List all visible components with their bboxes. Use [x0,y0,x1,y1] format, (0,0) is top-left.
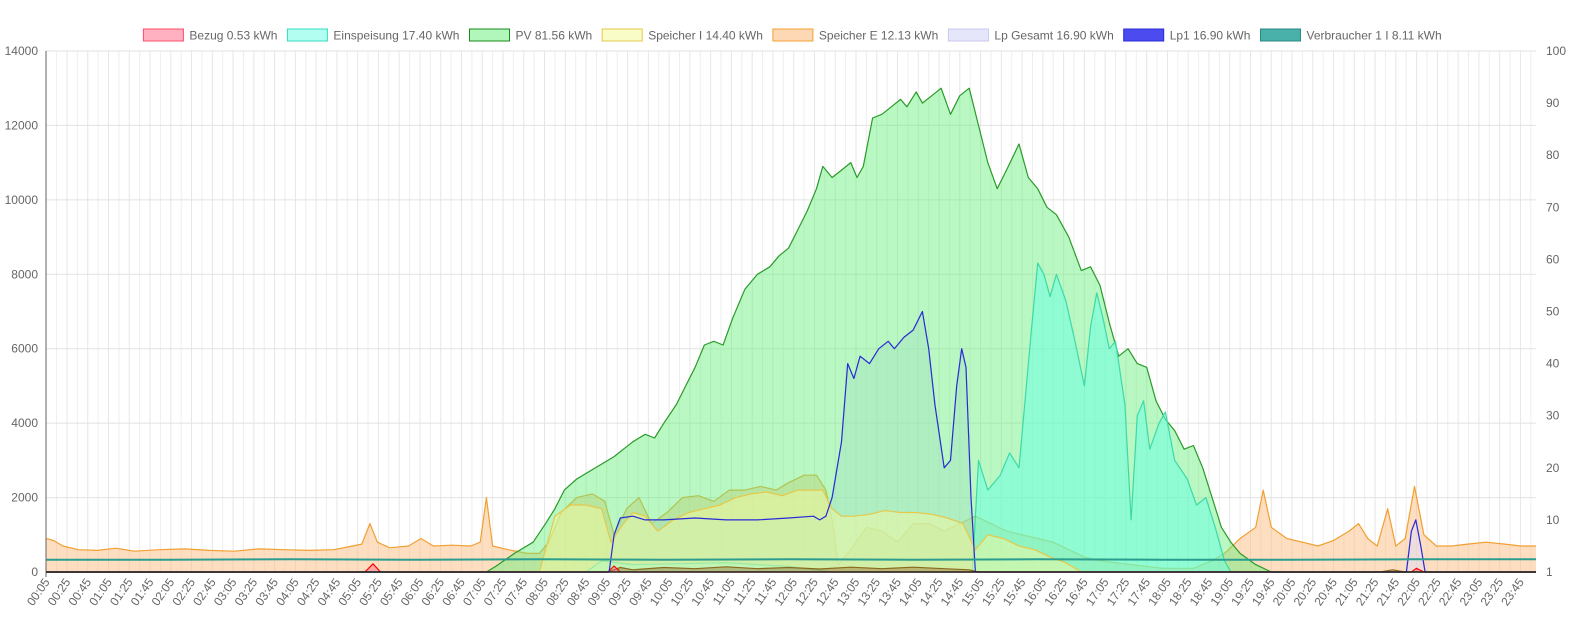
legend-item[interactable]: Lp Gesamt 16.90 kWh [947,28,1114,43]
legend: Bezug 0.53 kWh Einspeisung 17.40 kWh PV 81… [142,28,1442,43]
energy-area-chart: Bezug 0.53 kWh Einspeisung 17.40 kWh PV 81… [5,28,1566,608]
y2-tick-label: 80 [1546,148,1560,162]
y2-tick-label: 10 [1546,513,1560,527]
legend-label: Speicher E 12.13 kWh [819,29,938,43]
y2-tick-label: 70 [1546,200,1560,214]
legend-swatch [772,28,814,42]
legend-swatch [1123,28,1165,42]
y2-tick-label: 100 [1546,44,1566,58]
y2-tick-label: 40 [1546,357,1560,371]
legend-label: Speicher I 14.40 kWh [648,29,763,43]
legend-label: Lp Gesamt 16.90 kWh [994,29,1113,43]
y-tick-label: 12000 [5,118,39,132]
legend-item[interactable]: Speicher I 14.40 kWh [601,28,763,43]
legend-label: PV 81.56 kWh [516,29,593,43]
legend-swatch [286,28,328,42]
x-tick: 23:45 [1498,575,1527,608]
legend-label: Bezug 0.53 kWh [189,29,277,43]
y-tick-label: 6000 [11,342,38,356]
legend-item[interactable]: PV 81.56 kWh [469,28,593,43]
legend-label: Lp1 16.90 kWh [1170,29,1251,43]
x-tick-label: 10:45 [688,575,717,608]
y-axis-ticks: 0 2000 4000 6000 8000 10000 12000 14000 [5,44,39,579]
y-tick-label: 14000 [5,44,39,58]
x-tick: 10:45 [688,575,717,608]
y2-tick-label: 60 [1546,252,1560,266]
legend-swatch [469,28,510,42]
y-tick-label: 8000 [11,267,38,281]
legend-swatch [601,28,643,42]
legend-label: Einspeisung 17.40 kWh [333,29,459,43]
y-tick-label: 2000 [11,491,38,505]
y-tick-label: 4000 [11,416,38,430]
y2-tick-label: 90 [1546,96,1560,110]
legend-item[interactable]: Bezug 0.53 kWh [142,28,277,43]
legend-label: Verbraucher 1 I 8.11 kWh [1307,29,1442,43]
y2-tick-label: 30 [1546,409,1560,423]
x-tick-label: 23:45 [1498,575,1527,608]
y-tick-label: 10000 [5,193,39,207]
legend-swatch [947,28,989,42]
x-axis-ticks: 00:0500:2500:4501:0501:2501:4502:0502:25… [24,575,1527,608]
y-tick-label: 0 [31,565,38,579]
legend-swatch [1260,28,1301,42]
legend-swatch [142,28,184,42]
legend-item[interactable]: Lp1 16.90 kWh [1123,28,1251,43]
y2-tick-label: 50 [1546,305,1560,319]
y2-tick-label: 1 [1546,565,1553,579]
y2-axis-ticks: 1 10 20 30 40 50 60 70 80 90 100 [1546,44,1566,579]
legend-item[interactable]: Einspeisung 17.40 kWh [286,28,459,43]
legend-item[interactable]: Speicher E 12.13 kWh [772,28,938,43]
legend-item[interactable]: Verbraucher 1 I 8.11 kWh [1260,28,1442,43]
y2-tick-label: 20 [1546,461,1560,475]
